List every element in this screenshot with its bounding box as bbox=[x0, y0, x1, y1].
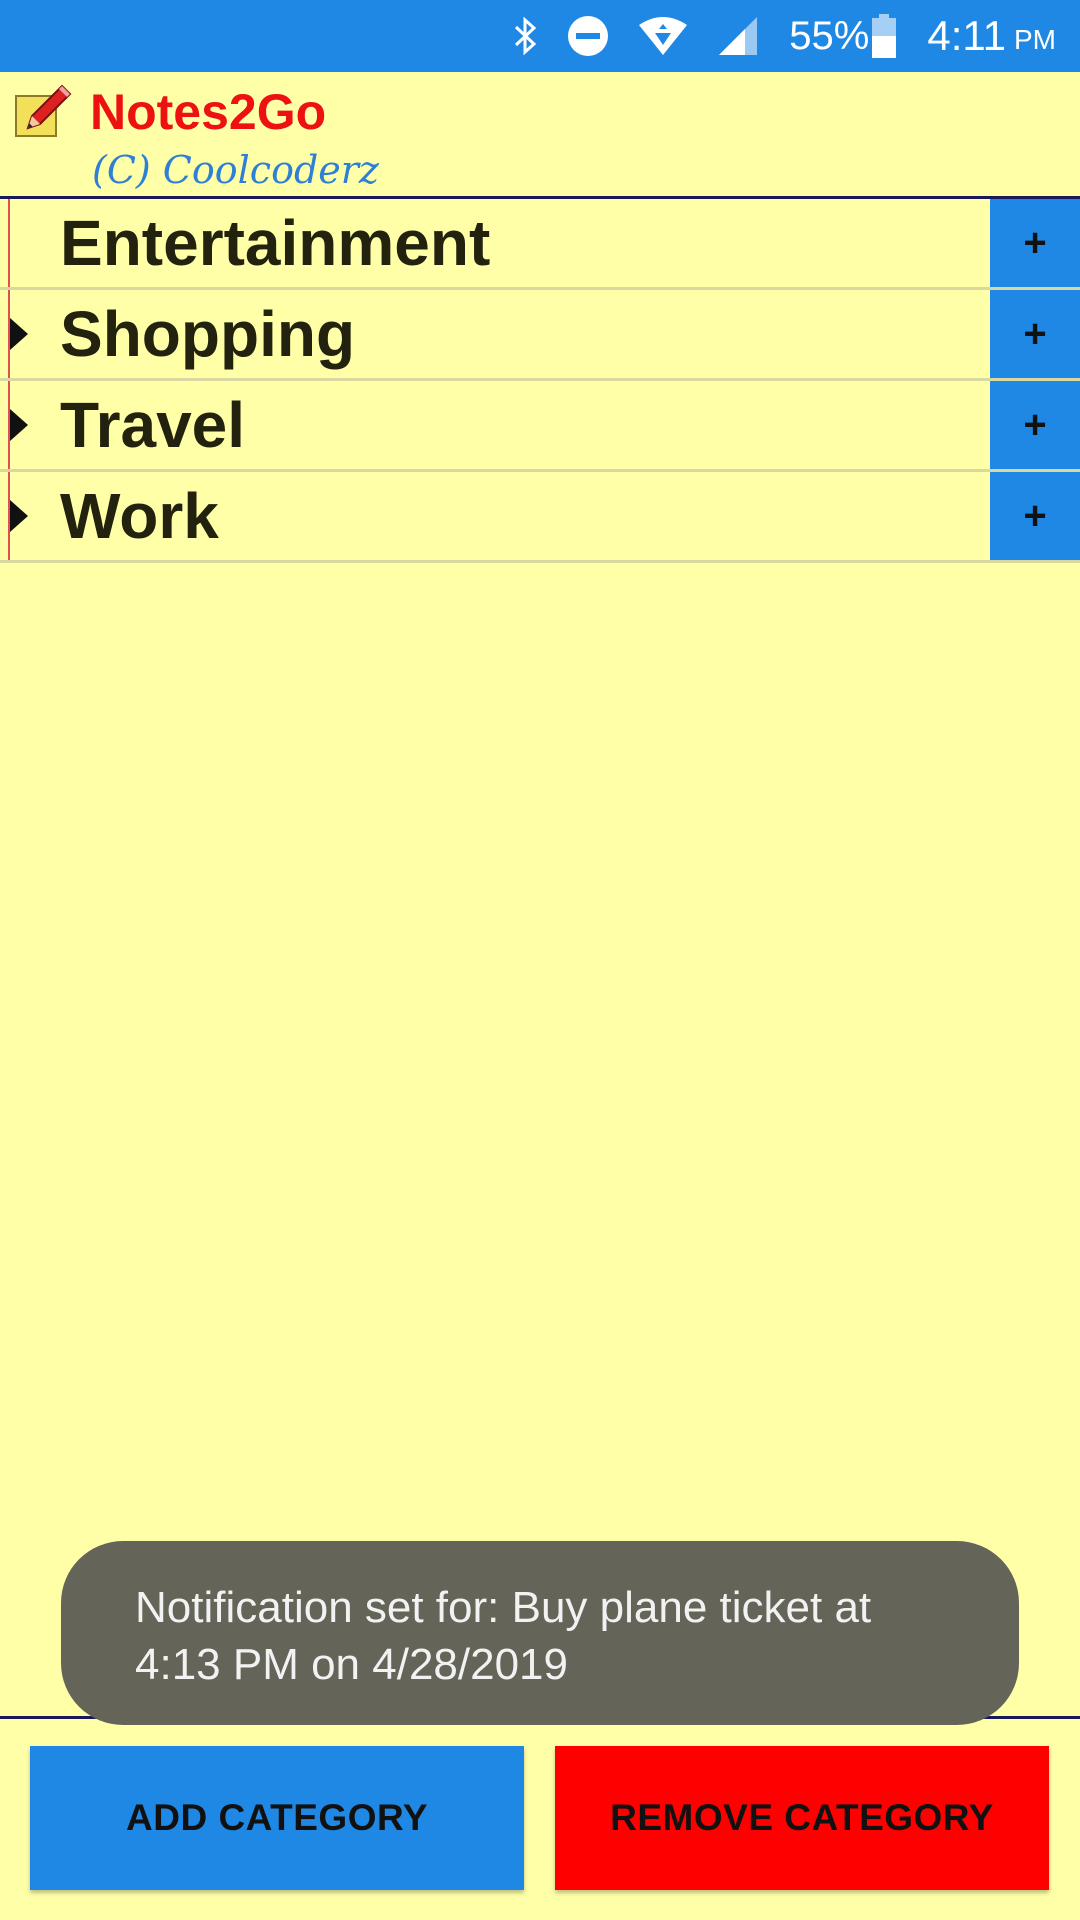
expand-arrow-icon[interactable] bbox=[10, 500, 28, 532]
add-note-button[interactable]: + bbox=[990, 472, 1080, 560]
expand-arrow-icon[interactable] bbox=[10, 409, 28, 441]
category-row-work[interactable]: Work + bbox=[0, 472, 1080, 563]
status-icons: 55% 4:11 PM bbox=[485, 0, 1056, 72]
clock-time: 4:11 bbox=[927, 12, 1006, 59]
remove-category-button[interactable]: REMOVE CATEGORY bbox=[555, 1746, 1049, 1890]
category-label: Work bbox=[60, 480, 219, 552]
status-bar: 55% 4:11 PM bbox=[0, 0, 1080, 72]
app-copyright: (C) Coolcoderz bbox=[92, 148, 379, 192]
add-note-button[interactable]: + bbox=[990, 290, 1080, 378]
bluetooth-icon bbox=[513, 16, 539, 56]
category-label: Shopping bbox=[60, 298, 356, 370]
toast-line-2: 4:13 PM on 4/28/2019 bbox=[135, 1640, 568, 1689]
app-screen: 55% 4:11 PM Notes2Go (C) Coolcoderz Ente… bbox=[0, 0, 1080, 1920]
battery-icon bbox=[871, 14, 897, 58]
category-row-entertainment[interactable]: Entertainment + bbox=[0, 199, 1080, 290]
category-list: Entertainment + Shopping + Travel + Work… bbox=[0, 199, 1080, 563]
add-category-button[interactable]: ADD CATEGORY bbox=[30, 1746, 524, 1890]
category-row-shopping[interactable]: Shopping + bbox=[0, 290, 1080, 381]
category-label: Travel bbox=[60, 389, 246, 461]
category-label: Entertainment bbox=[60, 207, 491, 279]
battery-percent: 55% bbox=[789, 13, 870, 58]
toast-line-1: Notification set for: Buy plane ticket a… bbox=[135, 1583, 872, 1632]
wifi-icon bbox=[637, 15, 689, 57]
cellular-signal-icon bbox=[717, 15, 759, 57]
add-note-button[interactable]: + bbox=[990, 199, 1080, 287]
category-row-travel[interactable]: Travel + bbox=[0, 381, 1080, 472]
clock-ampm: PM bbox=[1014, 24, 1056, 55]
expand-arrow-icon[interactable] bbox=[10, 318, 28, 350]
app-title: Notes2Go bbox=[90, 84, 327, 140]
app-header: Notes2Go (C) Coolcoderz bbox=[0, 72, 1080, 199]
add-note-button[interactable]: + bbox=[990, 381, 1080, 469]
notification-toast: Notification set for: Buy plane ticket a… bbox=[61, 1541, 1019, 1725]
do-not-disturb-icon bbox=[567, 15, 609, 57]
notepad-pencil-icon bbox=[14, 82, 72, 140]
